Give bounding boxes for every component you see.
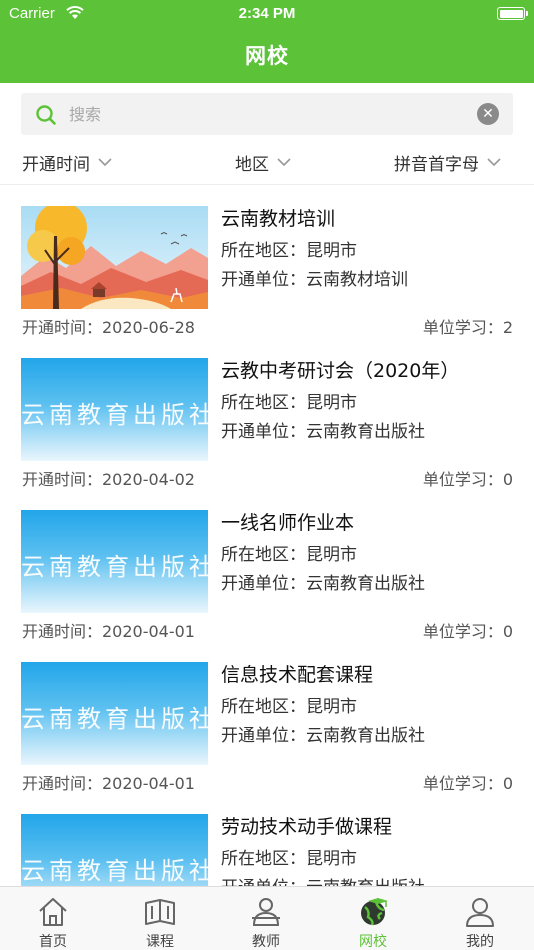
- school-unit: 开通单位：云南教育出版社: [221, 873, 425, 886]
- page-title: 网校: [245, 44, 289, 68]
- unit-study-count: 单位学习：0: [422, 774, 513, 793]
- school-unit: 开通单位：云南教育出版社: [221, 726, 425, 746]
- school-card[interactable]: 云南教育出版社 一线名师作业本 所在地区：昆明市 开通单位：云南教育出版社 开通…: [0, 490, 534, 642]
- tab-courses[interactable]: 课程: [107, 887, 213, 950]
- book-icon: [145, 899, 175, 925]
- tab-label: 网校: [359, 934, 387, 950]
- school-card[interactable]: 云南教育出版社 云教中考研讨会（2020年） 所在地区：昆明市 开通单位：云南教…: [0, 338, 534, 490]
- search-bar: ✕: [21, 93, 513, 135]
- school-region: 所在地区：昆明市: [221, 241, 357, 261]
- school-title: 一线名师作业本: [221, 512, 355, 534]
- landscape-illustration: [21, 206, 208, 309]
- filter-label: 拼音首字母: [394, 155, 479, 175]
- home-icon: [39, 898, 67, 926]
- search-input[interactable]: [69, 93, 469, 135]
- school-region: 所在地区：昆明市: [221, 393, 357, 413]
- unit-study-count: 单位学习：2: [422, 318, 513, 337]
- chevron-down-icon: [487, 158, 501, 167]
- school-card[interactable]: 云南教材培训 所在地区：昆明市 开通单位：云南教材培训 开通时间：2020-06…: [0, 186, 534, 338]
- school-title: 云南教材培训: [221, 208, 336, 230]
- school-unit: 开通单位：云南教材培训: [221, 270, 408, 290]
- school-card[interactable]: 云南教育出版社 劳动技术动手做课程 所在地区：昆明市 开通单位：云南教育出版社: [0, 794, 534, 886]
- school-title: 云教中考研讨会（2020年）: [221, 360, 460, 382]
- open-time: 开通时间：2020-04-01: [22, 622, 195, 641]
- filter-open-time[interactable]: 开通时间: [22, 150, 112, 175]
- tab-label: 我的: [466, 934, 494, 950]
- school-region: 所在地区：昆明市: [221, 545, 357, 565]
- filter-region[interactable]: 地区: [235, 150, 291, 175]
- teacher-icon: [252, 898, 280, 926]
- thumbnail-text: 云南教育出版社: [21, 401, 208, 429]
- school-region: 所在地区：昆明市: [221, 849, 357, 869]
- tab-mine[interactable]: 我的: [427, 887, 533, 950]
- open-time: 开通时间：2020-06-28: [22, 318, 195, 337]
- tab-bar: 首页 课程 教师 网校 我的: [0, 886, 534, 950]
- school-thumbnail: 云南教育出版社: [21, 510, 208, 613]
- unit-study-count: 单位学习：0: [422, 470, 513, 489]
- thumbnail-text: 云南教育出版社: [21, 857, 208, 885]
- globe-school-icon: [361, 898, 388, 926]
- filter-label: 开通时间: [22, 155, 90, 175]
- battery-icon: [497, 7, 528, 20]
- filter-pinyin-initial[interactable]: 拼音首字母: [394, 150, 501, 175]
- chevron-down-icon: [277, 158, 291, 167]
- school-thumbnail: [21, 206, 208, 309]
- school-title: 劳动技术动手做课程: [221, 816, 393, 838]
- filter-label: 地区: [235, 155, 269, 175]
- school-unit: 开通单位：云南教育出版社: [221, 574, 425, 594]
- thumbnail-text: 云南教育出版社: [21, 705, 208, 733]
- school-thumbnail: 云南教育出版社: [21, 814, 208, 886]
- open-time: 开通时间：2020-04-02: [22, 470, 195, 489]
- chevron-down-icon: [98, 158, 112, 167]
- tab-online-school[interactable]: 网校: [320, 887, 426, 950]
- profile-icon: [466, 898, 494, 927]
- tab-home[interactable]: 首页: [0, 887, 106, 950]
- filter-bar: 开通时间 地区 拼音首字母: [0, 140, 534, 185]
- unit-study-count: 单位学习：0: [422, 622, 513, 641]
- school-thumbnail: 云南教育出版社: [21, 358, 208, 461]
- status-bar: Carrier 2:34 PM: [0, 0, 534, 28]
- clock: 2:34 PM: [238, 5, 296, 22]
- school-title: 信息技术配套课程: [221, 664, 374, 686]
- navigation-bar: Carrier 2:34 PM 网校: [0, 0, 534, 83]
- school-card[interactable]: 云南教育出版社 信息技术配套课程 所在地区：昆明市 开通单位：云南教育出版社 开…: [0, 642, 534, 794]
- tab-label: 首页: [39, 934, 67, 950]
- tab-label: 课程: [146, 934, 174, 950]
- school-thumbnail: 云南教育出版社: [21, 662, 208, 765]
- tab-teachers[interactable]: 教师: [213, 887, 319, 950]
- search-icon: [36, 105, 56, 125]
- tab-label: 教师: [252, 934, 280, 950]
- open-time: 开通时间：2020-04-01: [22, 774, 195, 793]
- clear-search-button[interactable]: ✕: [477, 103, 499, 125]
- school-region: 所在地区：昆明市: [221, 697, 357, 717]
- thumbnail-text: 云南教育出版社: [21, 553, 208, 581]
- school-unit: 开通单位：云南教育出版社: [221, 422, 425, 442]
- school-list: 云南教材培训 所在地区：昆明市 开通单位：云南教材培训 开通时间：2020-06…: [0, 186, 534, 886]
